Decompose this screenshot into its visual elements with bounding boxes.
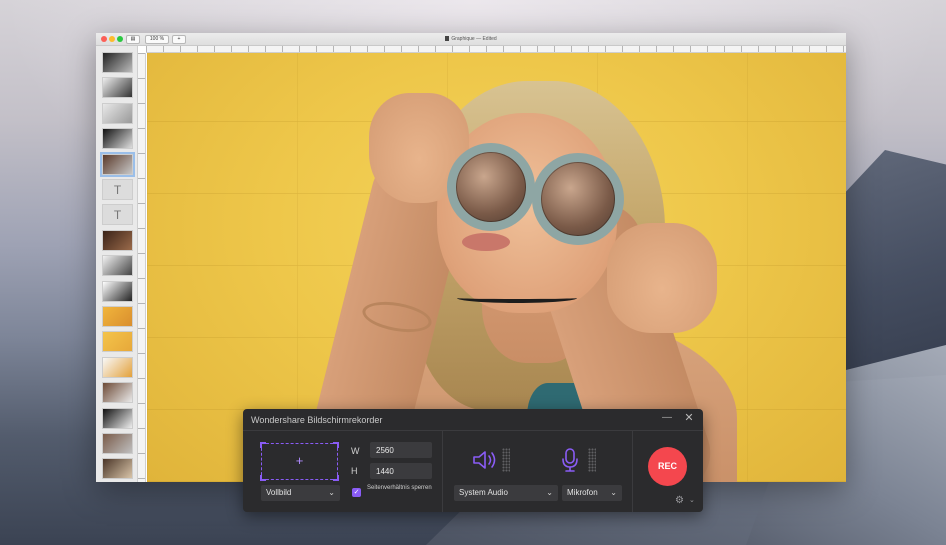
close-icon[interactable]: ✕ (684, 413, 694, 424)
image-thumbnail[interactable] (102, 255, 133, 277)
crosshair-icon: + (295, 453, 304, 468)
photo-left-lens (447, 143, 535, 231)
capture-area-selector[interactable]: + (260, 442, 339, 481)
photo-lips (462, 233, 510, 251)
screen-recorder-panel: Wondershare Bildschirmrekorder — ✕ + Vol… (243, 409, 703, 512)
capture-mode-select[interactable]: Vollbild ⌄ (261, 485, 340, 501)
horizontal-ruler (146, 46, 846, 53)
image-thumbnail[interactable] (102, 458, 133, 480)
image-thumbnail[interactable] (102, 229, 133, 251)
section-divider (632, 431, 633, 512)
image-thumbnail[interactable] (100, 151, 135, 177)
width-input[interactable] (370, 442, 432, 458)
image-thumbnail[interactable] (102, 306, 133, 327)
document-icon (445, 36, 450, 41)
photo-right-lens (532, 153, 624, 245)
vertical-ruler (138, 53, 146, 482)
microphone-level-meter (588, 448, 596, 472)
image-thumbnail[interactable] (102, 382, 133, 404)
system-audio-select[interactable]: System Audio ⌄ (454, 485, 558, 501)
title-divider (243, 430, 703, 431)
microphone-value: Mikrofon (567, 488, 598, 497)
record-button[interactable]: REC (648, 447, 687, 486)
window-titlebar: ▤ 100 % + Graphique — Edited (96, 33, 846, 46)
recorder-title: Wondershare Bildschirmrekorder (251, 415, 383, 425)
minimize-icon[interactable]: — (662, 413, 672, 424)
speaker-icon[interactable] (472, 449, 498, 471)
image-thumbnail[interactable] (102, 407, 133, 429)
chevron-down-icon: ⌄ (546, 488, 553, 497)
capture-mode-value: Vollbild (266, 488, 292, 497)
lock-aspect-checkbox[interactable]: ✓ (352, 488, 361, 497)
gear-icon[interactable]: ⚙ (675, 495, 684, 506)
photo-right-hand (607, 223, 717, 333)
microphone-select[interactable]: Mikrofon ⌄ (562, 485, 622, 501)
window-title-text: Graphique — Edited (451, 36, 497, 42)
photo-choker (457, 293, 577, 303)
image-thumbnail[interactable] (102, 433, 133, 454)
text-layer-thumbnail[interactable]: T (102, 204, 133, 226)
width-label: W (351, 446, 360, 456)
section-divider (442, 431, 443, 512)
chevron-down-icon: ⌄ (610, 488, 617, 497)
thumbnail-sidebar: TT (96, 46, 138, 482)
chevron-down-icon[interactable]: ⌄ (689, 496, 695, 504)
image-thumbnail[interactable] (102, 280, 133, 302)
lock-aspect-label: Seitenverhältnis sperren (367, 485, 432, 491)
window-title: Graphique — Edited (96, 36, 846, 42)
image-thumbnail[interactable] (102, 128, 133, 150)
image-thumbnail[interactable] (102, 356, 133, 378)
image-thumbnail[interactable] (102, 77, 133, 99)
microphone-icon[interactable] (560, 447, 580, 473)
height-label: H (351, 466, 358, 476)
image-thumbnail[interactable] (102, 331, 133, 353)
image-thumbnail[interactable] (102, 102, 133, 124)
text-layer-thumbnail[interactable]: T (102, 179, 133, 200)
image-thumbnail[interactable] (102, 52, 133, 73)
height-input[interactable] (370, 463, 432, 479)
chevron-down-icon: ⌄ (328, 488, 335, 497)
system-audio-value: System Audio (459, 488, 508, 497)
system-audio-level-meter (502, 448, 510, 472)
